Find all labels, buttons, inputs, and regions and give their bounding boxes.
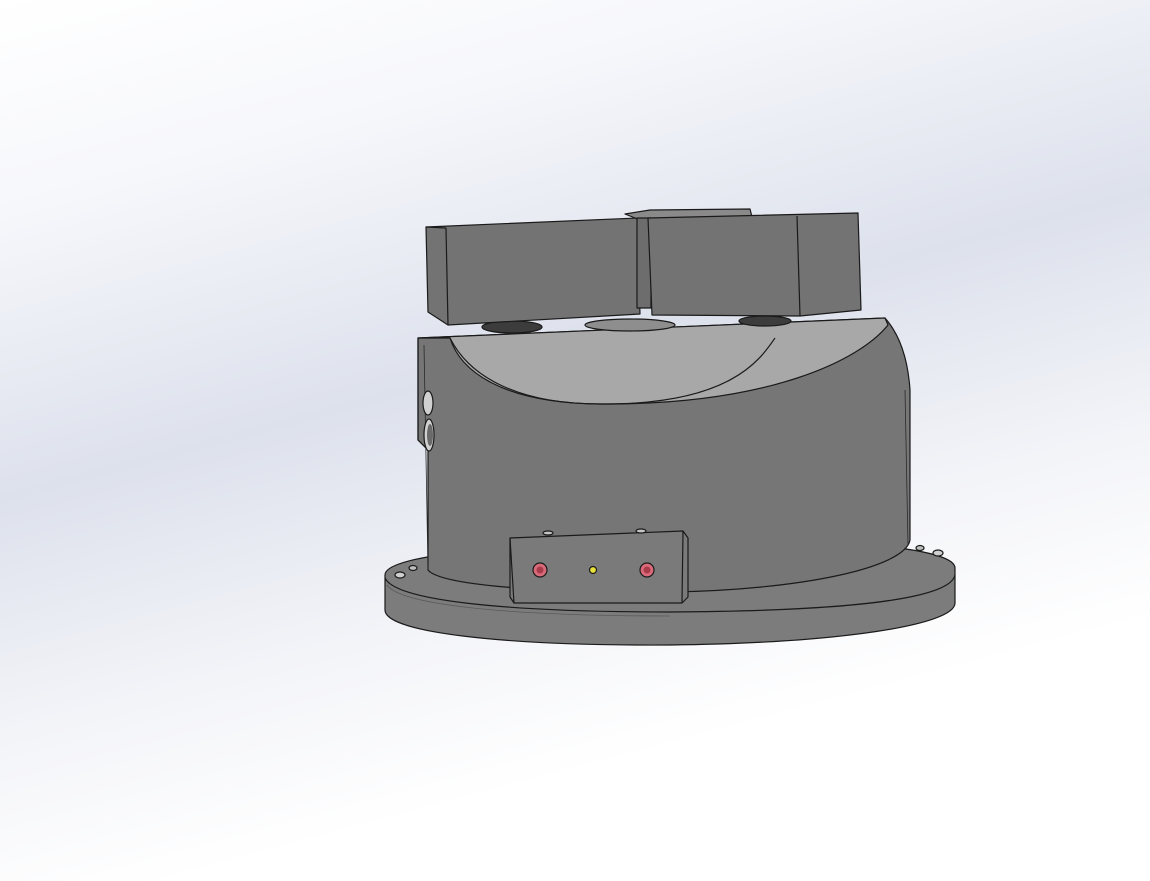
mounting-hole-right [932,549,944,557]
jaw-left[interactable] [425,217,641,326]
connector-block[interactable] [509,528,689,604]
status-indicator-icon [588,565,598,575]
block-hole-right [635,528,647,534]
mounting-hole-right-2 [915,544,925,552]
side-port-upper [422,390,434,416]
graphics-viewport[interactable] [0,0,1150,881]
top-recess-center [584,318,676,332]
jaw-right[interactable] [647,212,862,317]
actuator-assembly[interactable] [384,208,956,646]
cad-model-view[interactable] [0,0,1150,881]
top-recess-right [738,315,792,327]
block-hole-left [542,530,554,536]
mounting-hole-left-2 [408,564,418,572]
mounting-hole-left [394,571,406,579]
